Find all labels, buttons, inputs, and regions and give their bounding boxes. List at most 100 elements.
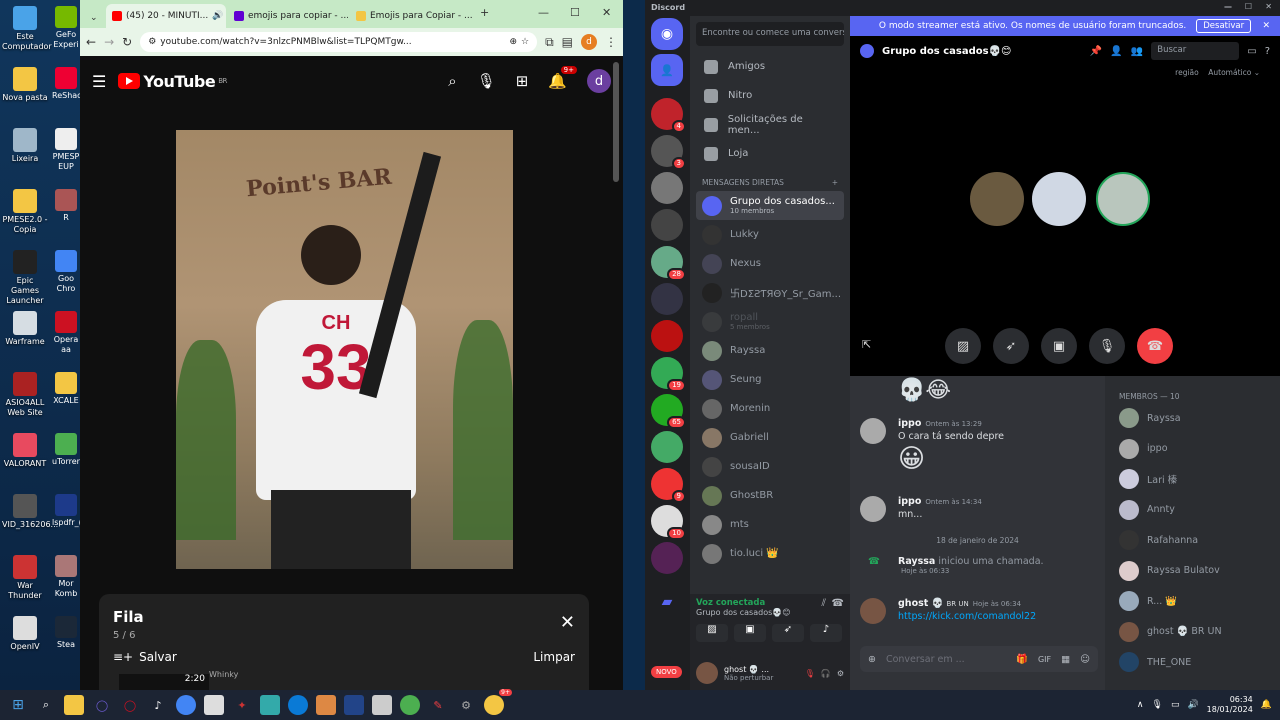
bookmark-star-icon[interactable]: ☆ [521, 37, 529, 47]
edge-icon[interactable] [288, 695, 308, 715]
speaker-icon[interactable]: 🔊 [212, 11, 223, 21]
dm-item[interactable]: Morenin [696, 394, 844, 423]
user-avatar[interactable] [696, 662, 718, 684]
desktop-icon[interactable]: Stea [52, 616, 80, 650]
dm-item[interactable]: Rayssa [696, 336, 844, 365]
dm-item[interactable]: Seung [696, 365, 844, 394]
folder-icon[interactable]: ▰ [651, 586, 683, 618]
document-icon[interactable] [204, 695, 224, 715]
hang-up-button[interactable]: ☎ [1137, 328, 1173, 364]
message-link[interactable]: https://kick.com/comandol22 [860, 611, 1100, 622]
opera-icon[interactable]: ◯ [120, 695, 140, 715]
member-item[interactable]: Rayssa [1119, 408, 1181, 428]
add-dm-icon[interactable]: + [832, 178, 838, 187]
desktop-icon[interactable]: VID_316206... [2, 494, 58, 530]
message-avatar[interactable] [860, 418, 886, 444]
site-info-icon[interactable]: ⚙ [148, 37, 156, 47]
activity-button[interactable]: ➶ [993, 328, 1029, 364]
member-item[interactable]: Rafahanna [1119, 530, 1198, 550]
hamburger-menu-icon[interactable]: ☰ [92, 72, 106, 91]
server-icon[interactable]: 9 [651, 468, 686, 503]
video-player[interactable]: Point's BAR CH 33 [176, 130, 513, 569]
screen-share-icon[interactable]: ▣ [734, 624, 766, 642]
signal-icon[interactable]: ⫽ [822, 598, 826, 609]
game-icon[interactable]: ✦ [232, 695, 252, 715]
tab-emojis-copiar[interactable]: Emojis para Copiar - ... ✕ [350, 4, 475, 28]
add-attachment-icon[interactable]: ⊕ [868, 654, 876, 665]
server-icon[interactable]: 19 [651, 357, 686, 392]
clock[interactable]: 06:34 18/01/2024 [1207, 695, 1253, 715]
call-participant-avatar[interactable] [970, 172, 1024, 226]
help-icon[interactable]: ? [1265, 46, 1270, 57]
desktop-icon[interactable]: PMESE2.0 - Copia [2, 189, 48, 235]
message-avatar[interactable] [860, 598, 886, 624]
close-window-button[interactable]: ✕ [602, 6, 611, 19]
create-video-icon[interactable]: ⊞ [516, 72, 529, 90]
discord-home-icon[interactable]: ◉ [651, 18, 683, 50]
message-avatar[interactable] [860, 496, 886, 522]
app-icon-4[interactable] [344, 695, 364, 715]
dm-item[interactable]: sousaID [696, 452, 844, 481]
dm-item[interactable]: Lukky [696, 220, 844, 249]
call-participant-avatar[interactable] [1032, 172, 1086, 226]
emoji-picker-icon[interactable]: ☺ [1080, 654, 1090, 665]
camera-off-icon[interactable]: ▨ [696, 624, 728, 642]
desktop-icon[interactable]: Warframe [2, 311, 48, 347]
profile-avatar[interactable]: d [581, 34, 597, 50]
inbox-icon[interactable]: ▭ [1247, 46, 1256, 57]
call-event-author[interactable]: Rayssa [898, 556, 935, 567]
server-icon[interactable] [651, 431, 683, 463]
network-icon[interactable]: ▭ [1171, 700, 1180, 710]
page-scrollbar[interactable] [613, 62, 619, 182]
dm-item[interactable]: Gabriell [696, 423, 844, 452]
desktop-icon[interactable]: War Thunder [2, 555, 48, 601]
desktop-icon[interactable]: lspdfr_( [52, 494, 80, 528]
close-banner-icon[interactable]: ✕ [1262, 21, 1270, 31]
desktop-icon[interactable]: Epic Games Launcher [2, 250, 48, 306]
app-icon-2[interactable] [260, 695, 280, 715]
youtube-avatar[interactable]: d [587, 69, 611, 93]
extensions-icon[interactable]: ⧉ [545, 35, 554, 50]
chevron-up-icon[interactable]: ∧ [1137, 700, 1144, 710]
desktop-icon[interactable]: XCALE [52, 372, 80, 406]
mute-mic-button[interactable]: 🎙 [1089, 328, 1125, 364]
server-icon[interactable] [651, 283, 683, 315]
tab-youtube[interactable]: (45) 20 - MINUTI... 🔊 ✕ [106, 4, 226, 28]
back-icon[interactable]: ← [86, 35, 96, 49]
direct-messages-icon[interactable]: 👤 [651, 54, 683, 86]
microphone-icon[interactable]: 🎙 [477, 72, 496, 90]
channel-search[interactable]: Buscar [1151, 42, 1240, 60]
reload-icon[interactable]: ↻ [122, 35, 132, 49]
message-author[interactable]: ghost 💀 [898, 598, 943, 609]
server-icon[interactable]: 10 [651, 505, 686, 540]
settings-gear-icon[interactable]: ⚙ [837, 669, 844, 678]
search-icon[interactable]: ⌕ [448, 72, 456, 90]
server-icon[interactable] [651, 320, 683, 352]
youtube-logo[interactable]: YouTube BR [118, 72, 227, 91]
conversation-search[interactable]: Encontre ou comece uma conversa [696, 22, 844, 46]
server-icon[interactable]: 3 [651, 135, 686, 170]
app-icon-7[interactable]: ⚙ [456, 695, 476, 715]
desktop-icon[interactable]: OpenIV [2, 616, 48, 652]
menu-icon[interactable]: ⋮ [605, 35, 617, 49]
chrome-profile-icon[interactable] [400, 695, 420, 715]
save-queue-button[interactable]: ≡+ Salvar [113, 650, 177, 664]
activity-rocket-icon[interactable]: ➶ [772, 624, 804, 642]
disable-streamer-button[interactable]: Desativar [1196, 19, 1252, 33]
chrome-icon[interactable] [176, 695, 196, 715]
desktop-icon[interactable]: Opera aa [52, 311, 80, 355]
desktop-icon[interactable]: R [52, 189, 80, 223]
zoom-icon[interactable]: ⊕ [509, 37, 517, 47]
app-icon-3[interactable] [316, 695, 336, 715]
maximize-button[interactable]: ☐ [1245, 2, 1252, 11]
members-icon[interactable]: 👥 [1131, 46, 1143, 57]
dm-item[interactable]: Nexus [696, 249, 844, 278]
pin-icon[interactable]: 📌 [1090, 46, 1102, 57]
screen-share-button[interactable]: ▣ [1041, 328, 1077, 364]
notification-bell-icon[interactable]: 🔔 [1261, 700, 1272, 710]
forward-icon[interactable]: → [104, 35, 114, 49]
server-icon[interactable] [651, 542, 683, 574]
new-tab-button[interactable]: + [480, 6, 489, 19]
minimize-button[interactable]: — [538, 6, 549, 19]
minimize-button[interactable]: — [1224, 2, 1232, 11]
